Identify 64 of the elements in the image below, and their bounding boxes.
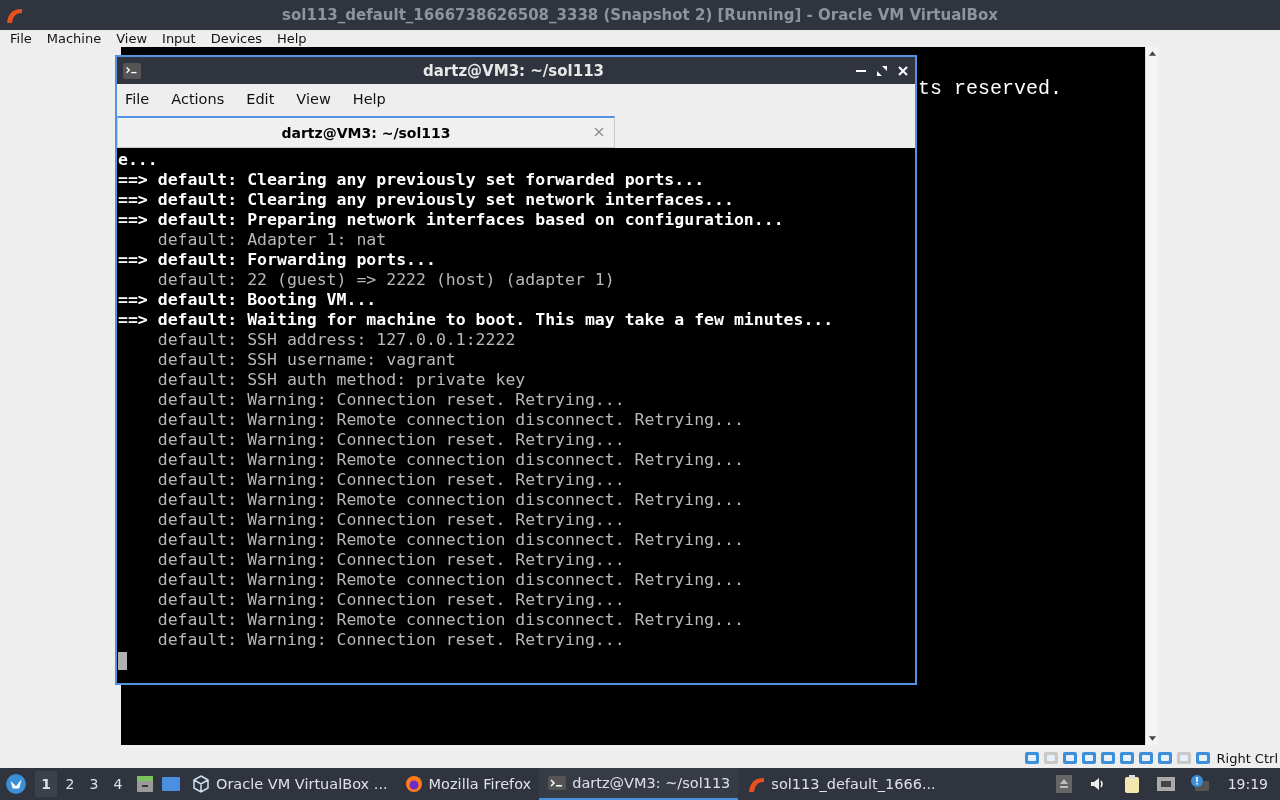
terminal-line: default: Warning: Remote connection disconnect. Retrying... (156, 490, 745, 510)
terminal-icon (547, 773, 568, 793)
desktop-icon[interactable] (161, 774, 181, 794)
taskbar-button[interactable]: Mozilla Firefox (395, 768, 540, 800)
maximize-icon[interactable] (876, 64, 888, 77)
scrollbar[interactable] (1145, 47, 1158, 745)
scroll-up-icon[interactable] (1147, 50, 1157, 56)
terminal-line: ==> default: Preparing network interfaces based on configuration... (118, 210, 785, 230)
terminal-line: default: Adapter 1: nat (156, 230, 388, 250)
clock: 19:19 (1227, 776, 1268, 792)
terminal-line: default: Warning: Remote connection disconnect. Retrying... (156, 570, 745, 590)
taskbar-button[interactable]: sol113_default_1666... (738, 768, 944, 800)
terminal-line: default: SSH username: vagrant (156, 350, 457, 370)
host-key-label: Right Ctrl (1216, 750, 1278, 766)
firefox-icon (403, 774, 424, 794)
menu-item[interactable]: Input (162, 30, 196, 47)
terminal-line: ==> default: Booting VM... (118, 290, 378, 310)
terminal-line: default: SSH address: 127.0.0.1:2222 (156, 330, 517, 350)
workspace-button[interactable]: 4 (107, 771, 129, 797)
window-title: sol113_default_1666738626508_3338 (Snapshot 2) [Running] - Oracle VM VirtualBox (281, 6, 999, 24)
eject-icon[interactable] (1053, 774, 1074, 794)
menu-item[interactable]: View (116, 30, 148, 47)
start-menu-icon[interactable] (5, 773, 27, 795)
terminal-icon (123, 61, 141, 80)
taskbar-button[interactable]: Oracle VM VirtualBox ... (183, 768, 396, 800)
menu-item[interactable]: Edit (246, 91, 275, 107)
menu-item[interactable]: File (10, 30, 32, 47)
terminal-line: default: Warning: Remote connection disconnect. Retrying... (156, 530, 745, 550)
terminal-line: ==> default: Waiting for machine to boot. This may take a few minutes... (118, 310, 835, 330)
terminal-line: ==> default: Clearing any previously set network interfaces... (118, 190, 735, 210)
taskbar-button[interactable]: dartz@VM3: ~/sol113 (539, 768, 739, 800)
terminal-line: default: SSH auth method: private key (156, 370, 527, 390)
terminal-line: ==> default: Forwarding ports... (118, 250, 437, 270)
terminal-line: default: Warning: Connection reset. Retrying... (156, 430, 626, 450)
window-title: dartz@VM3: ~/sol113 (421, 61, 606, 80)
terminal-line: default: Warning: Remote connection disconnect. Retrying... (156, 450, 745, 470)
console-text: ts reserved. (918, 77, 1063, 100)
notification-icon[interactable] (1189, 774, 1210, 794)
menu-item[interactable]: Devices (210, 30, 262, 47)
workspace-button[interactable]: 1 (35, 771, 57, 797)
terminal-line: default: Warning: Connection reset. Retrying... (156, 470, 626, 490)
menu-item[interactable]: View (296, 91, 331, 107)
terminal-line: default: 22 (guest) => 2222 (host) (adapter 1) (156, 270, 616, 290)
terminal-line: default: Warning: Remote connection disconnect. Retrying... (156, 410, 745, 430)
menu-item[interactable]: Actions (171, 91, 225, 107)
terminal-line: default: Warning: Connection reset. Retrying... (156, 390, 626, 410)
terminal-line: default: Warning: Connection reset. Retrying... (156, 510, 626, 530)
terminal-line: default: Warning: Connection reset. Retrying... (156, 590, 626, 610)
menu-item[interactable]: Help (276, 30, 307, 47)
terminal-line: ==> default: Clearing any previously set forwarded ports... (118, 170, 706, 190)
workspace-button[interactable]: 2 (59, 771, 81, 797)
terminal-line: default: Warning: Connection reset. Retrying... (156, 550, 626, 570)
file-manager-icon[interactable] (135, 774, 155, 794)
menu-item[interactable]: Machine (46, 30, 102, 47)
terminal-line: default: Warning: Connection reset. Retrying... (156, 630, 626, 650)
scroll-down-icon[interactable] (1147, 736, 1157, 742)
terminal-line: default: Warning: Remote connection disconnect. Retrying... (156, 610, 745, 630)
menu-item[interactable]: Help (352, 91, 386, 107)
text-cursor (118, 652, 127, 670)
workspace-button[interactable]: 3 (83, 771, 105, 797)
terminal-line: e... (118, 150, 159, 170)
menu-item[interactable]: File (125, 91, 150, 107)
cube-icon (191, 774, 211, 794)
terminal-tab[interactable]: dartz@VM3: ~/sol113 (117, 116, 615, 148)
